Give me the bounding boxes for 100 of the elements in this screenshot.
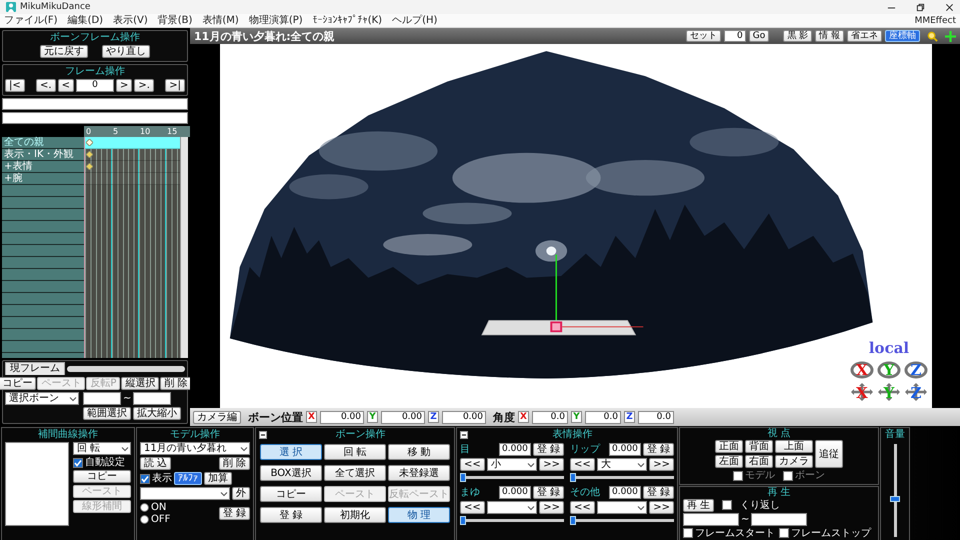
next-button[interactable]: >>: [649, 501, 674, 514]
slider-thumb[interactable]: [570, 473, 576, 482]
morph-slider[interactable]: [570, 473, 674, 482]
undo-button[interactable]: 元に戻す: [40, 45, 88, 58]
slider-thumb[interactable]: [460, 516, 466, 525]
frame-number-field[interactable]: 0: [76, 79, 114, 92]
load-button[interactable]: 読 込: [140, 457, 172, 470]
end-frame-field[interactable]: [751, 512, 808, 526]
previous-button[interactable]: <<: [460, 501, 485, 514]
frame-field[interactable]: 0: [724, 30, 746, 42]
bone-tool-button[interactable]: 回 転: [324, 444, 386, 460]
scrollbar[interactable]: [180, 137, 188, 358]
close-icon[interactable]: [945, 2, 954, 12]
checkbox[interactable]: [683, 528, 693, 538]
delete-button[interactable]: 削 除: [218, 457, 250, 470]
redo-button[interactable]: やり直し: [102, 45, 150, 58]
slider-thumb[interactable]: [570, 516, 576, 525]
view-button[interactable]: カメラ: [775, 455, 813, 468]
toggle-button[interactable]: 黒 影: [783, 30, 812, 42]
morph-dropdown[interactable]: 大: [596, 458, 648, 471]
morph-slider[interactable]: [460, 516, 564, 525]
frame-track[interactable]: [85, 161, 180, 173]
next-frame-button[interactable]: >: [116, 79, 132, 92]
menu-item[interactable]: MMEffect: [914, 14, 956, 26]
frame-track[interactable]: [85, 149, 180, 161]
go-button[interactable]: Go: [748, 30, 770, 42]
value-field[interactable]: 0.00: [442, 410, 486, 424]
register-button[interactable]: 登 録: [642, 486, 674, 498]
bone-tool-button[interactable]: 未登録選: [388, 465, 450, 481]
scrollbar[interactable]: [67, 366, 185, 372]
previous-frame-button[interactable]: <: [58, 79, 74, 92]
register-button[interactable]: 登 録: [532, 486, 564, 498]
set-button[interactable]: セット: [686, 30, 721, 42]
rotate-handle[interactable]: X: [850, 359, 874, 379]
radio-button[interactable]: [140, 503, 149, 512]
blend-button[interactable]: ｱﾙﾌｧ: [174, 472, 202, 485]
morph-dropdown[interactable]: 小: [486, 458, 538, 471]
value-field[interactable]: 0.000: [608, 442, 641, 456]
range-select-button[interactable]: 範囲選択: [83, 407, 131, 420]
move-handle[interactable]: Z: [904, 382, 928, 402]
last-frame-button[interactable]: >|: [165, 79, 185, 92]
view-button[interactable]: 正面: [715, 440, 743, 453]
radio-button[interactable]: [140, 515, 149, 524]
bone-tool-button[interactable]: 選 択: [260, 444, 322, 460]
blend-button[interactable]: 加算: [204, 472, 232, 485]
menu-item[interactable]: ﾓｰｼｮﾝｷｬﾌﾟﾁｬ(K): [312, 14, 382, 26]
bone-tool-button[interactable]: BOX選択: [260, 465, 322, 481]
move-handle[interactable]: X: [850, 382, 874, 402]
range-start-field[interactable]: [83, 392, 121, 405]
scale-button[interactable]: 拡大縮小: [133, 407, 181, 420]
first-frame-button[interactable]: |<: [5, 79, 25, 92]
bone-tool-button[interactable]: 登 録: [260, 507, 322, 523]
menu-item[interactable]: 表情(M): [202, 14, 239, 26]
bone-tool-button[interactable]: 全て選択: [324, 465, 386, 481]
rotate-handle[interactable]: Z: [904, 359, 928, 379]
frame-track[interactable]: [85, 173, 180, 185]
next-frame-button[interactable]: >.: [134, 79, 154, 92]
view-button[interactable]: 左面: [715, 455, 743, 468]
morph-dropdown[interactable]: [486, 501, 538, 514]
register-button[interactable]: 登 録: [218, 507, 250, 520]
frame-button[interactable]: コピー: [0, 377, 36, 390]
morph-dropdown[interactable]: [596, 501, 648, 514]
bone-tool-button[interactable]: 物 理: [388, 507, 450, 523]
search-icon[interactable]: [927, 30, 938, 42]
view-button[interactable]: 右面: [745, 455, 773, 468]
plus-icon[interactable]: [945, 30, 956, 42]
menu-item[interactable]: ヘルプ(H): [392, 14, 438, 26]
value-field[interactable]: 0.0: [585, 410, 621, 424]
value-field[interactable]: 0.00: [381, 410, 425, 424]
toggle-button[interactable]: 情 報: [815, 30, 844, 42]
previous-button[interactable]: <<: [460, 458, 485, 471]
register-button[interactable]: 登 録: [532, 442, 564, 456]
outer-button[interactable]: 外: [232, 487, 250, 500]
value-field[interactable]: 0.0: [638, 410, 674, 424]
keyframe-icon[interactable]: [86, 163, 93, 170]
next-button[interactable]: >>: [539, 501, 564, 514]
previous-button[interactable]: <<: [570, 501, 595, 514]
bone-select-dropdown[interactable]: 選択ボーン: [5, 392, 79, 405]
bone-tool-button[interactable]: 初期化: [324, 507, 386, 523]
checkbox[interactable]: [140, 474, 150, 484]
frame-track[interactable]: [85, 137, 180, 149]
frame-button[interactable]: 削 除: [160, 377, 192, 390]
text-field[interactable]: [2, 112, 188, 124]
next-button[interactable]: >>: [649, 458, 674, 471]
text-field[interactable]: [2, 98, 188, 110]
checkbox[interactable]: [73, 458, 83, 468]
bone-tool-button[interactable]: 移 動: [388, 444, 450, 460]
bone-tool-button[interactable]: コピー: [260, 486, 322, 502]
value-field[interactable]: 0.0: [532, 410, 568, 424]
previous-frame-button[interactable]: <.: [36, 79, 56, 92]
frame-button[interactable]: 縦選択: [121, 377, 160, 390]
previous-button[interactable]: <<: [570, 458, 595, 471]
bone-name[interactable]: 全ての親: [2, 137, 84, 149]
bone-name[interactable]: +表情: [2, 161, 84, 173]
value-field[interactable]: 0.00: [320, 410, 364, 424]
camera-edit-button[interactable]: カメラ編: [193, 410, 241, 424]
morph-slider[interactable]: [460, 473, 564, 482]
value-field[interactable]: 0.000: [608, 486, 641, 498]
checkbox[interactable]: [779, 528, 789, 538]
view-button[interactable]: 上面: [775, 440, 813, 453]
